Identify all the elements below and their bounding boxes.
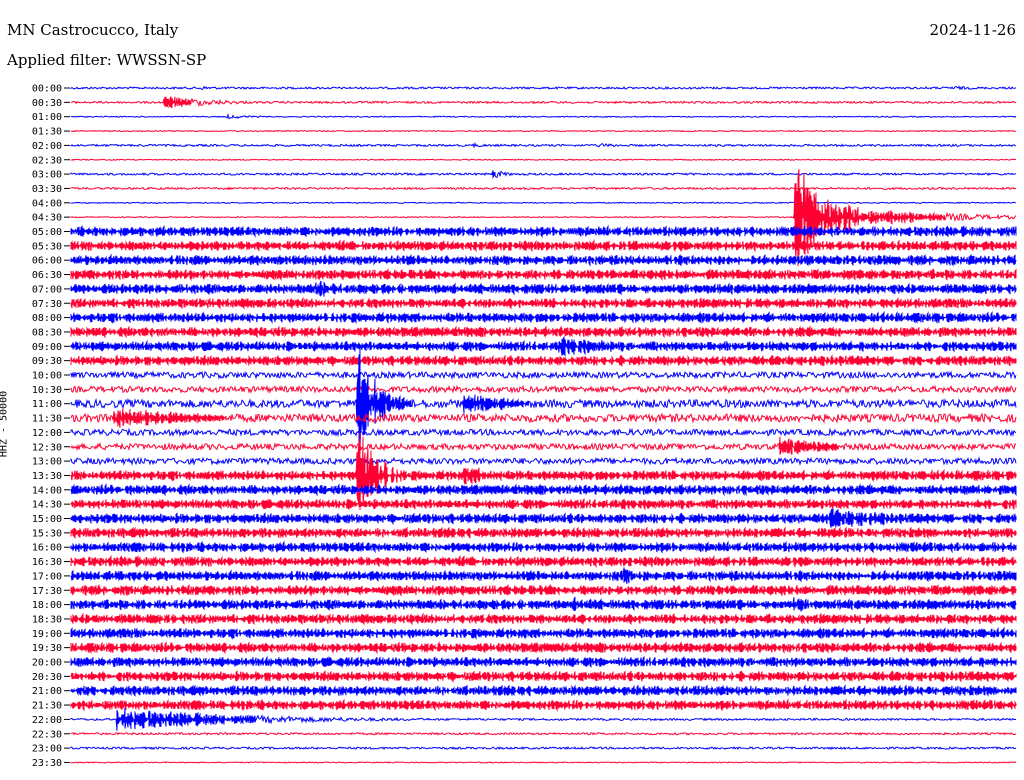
seismic-trace [70, 253, 1017, 267]
seismic-trace [70, 698, 1017, 712]
time-tick-label: 05:30 [32, 241, 62, 252]
seismic-trace [70, 239, 1017, 253]
seismic-trace [70, 224, 1017, 239]
time-tick-label: 22:00 [32, 715, 62, 726]
seismic-trace [70, 384, 1017, 395]
time-tick-label: 19:30 [32, 643, 62, 654]
seismic-trace [70, 280, 1017, 297]
time-tick-label: 10:00 [32, 371, 62, 382]
time-tick-label: 11:30 [32, 414, 62, 425]
seismic-trace [70, 427, 1017, 438]
seismic-trace [70, 508, 1017, 528]
seismic-trace [70, 85, 1017, 91]
time-tick-label: 18:00 [32, 600, 62, 611]
time-tick-label: 20:00 [32, 658, 62, 669]
seismic-trace [70, 296, 1017, 310]
time-tick-label: 01:30 [32, 127, 62, 138]
seismic-trace [70, 683, 1017, 697]
seismic-trace [70, 169, 1017, 267]
time-tick-label: 05:00 [32, 227, 62, 238]
seismic-trace [70, 432, 1017, 510]
seismic-trace [70, 129, 1017, 133]
time-tick-label: 02:30 [32, 155, 62, 166]
seismic-trace [70, 325, 1017, 339]
seismic-trace [70, 186, 1017, 191]
time-tick-label: 06:00 [32, 256, 62, 267]
time-tick-label: 22:30 [32, 729, 62, 740]
seismic-trace [70, 483, 1017, 497]
time-tick-label: 10:30 [32, 385, 62, 396]
time-tick-label: 12:30 [32, 442, 62, 453]
seismic-trace [70, 554, 1017, 569]
seismic-trace [70, 669, 1017, 683]
seismic-trace [70, 583, 1017, 597]
seismic-trace [70, 655, 1017, 669]
seismic-trace [70, 335, 1017, 358]
seismic-trace [70, 170, 1017, 179]
seismic-trace [70, 408, 1017, 428]
helicorder-plot: 00:00 00:30 01:00 01:30 02:00 02:30 03:00 03:30… [32, 84, 1017, 769]
time-tick-label: 03:30 [32, 184, 62, 195]
time-tick-label: 00:00 [32, 84, 62, 95]
seismic-trace [70, 354, 1017, 368]
time-tick-label: 23:00 [32, 744, 62, 755]
seismic-trace [70, 626, 1017, 640]
time-tick-label: 07:30 [32, 299, 62, 310]
seismic-trace [70, 596, 1017, 612]
time-tick-label: 00:30 [32, 98, 62, 109]
time-tick-label: 18:30 [32, 614, 62, 625]
time-tick-label: 16:00 [32, 543, 62, 554]
time-tick-label: 09:00 [32, 342, 62, 353]
seismic-trace [70, 540, 1017, 554]
time-tick-label: 06:30 [32, 270, 62, 281]
seismic-trace [70, 158, 1017, 161]
time-tick-label: 15:30 [32, 528, 62, 539]
time-tick-label: 09:30 [32, 356, 62, 367]
seismic-trace [70, 707, 1016, 731]
time-tick-label: 08:30 [32, 327, 62, 338]
time-tick-label: 07:00 [32, 284, 62, 295]
seismic-trace [70, 310, 1017, 325]
time-tick-label: 03:00 [32, 170, 62, 181]
seismic-trace [70, 731, 1017, 736]
time-tick-label: 13:30 [32, 471, 62, 482]
seismic-trace [70, 526, 1017, 540]
seismic-trace [70, 113, 1017, 120]
seismic-trace [70, 640, 1017, 655]
time-tick-label: 19:00 [32, 629, 62, 640]
time-tick-label: 17:30 [32, 586, 62, 597]
seismic-trace [70, 567, 1017, 584]
seismic-trace [70, 612, 1017, 626]
time-tick-label: 01:00 [32, 112, 62, 123]
time-tick-label: 20:30 [32, 672, 62, 683]
seismic-trace [70, 96, 1017, 109]
seismic-trace [70, 201, 1017, 204]
time-tick-label: 15:00 [32, 514, 62, 525]
seismic-trace [70, 746, 1017, 751]
seismic-trace [70, 761, 1017, 764]
time-tick-label: 16:30 [32, 557, 62, 568]
time-tick-label: 04:30 [32, 213, 62, 224]
time-tick-label: 14:30 [32, 500, 62, 511]
seismic-trace [70, 456, 1017, 466]
seismic-trace [70, 267, 1017, 282]
time-tick-label: 23:30 [32, 758, 62, 769]
time-tick-label: 12:00 [32, 428, 62, 439]
time-tick-label: 11:00 [32, 399, 62, 410]
time-tick-label: 14:00 [32, 485, 62, 496]
time-tick-label: 21:00 [32, 686, 62, 697]
seismic-trace [70, 370, 1017, 380]
time-tick-label: 02:00 [32, 141, 62, 152]
seismic-trace [70, 497, 1017, 511]
time-tick-label: 04:00 [32, 198, 62, 209]
time-tick-label: 08:00 [32, 313, 62, 324]
seismic-trace [70, 141, 1017, 149]
time-tick-label: 13:00 [32, 457, 62, 468]
time-tick-label: 17:00 [32, 571, 62, 582]
time-tick-label: 21:30 [32, 701, 62, 712]
seismic-trace [70, 436, 1017, 455]
helicorder-page: MN Castrocucco, Italy 2024-11-26 Applied… [0, 0, 1024, 780]
